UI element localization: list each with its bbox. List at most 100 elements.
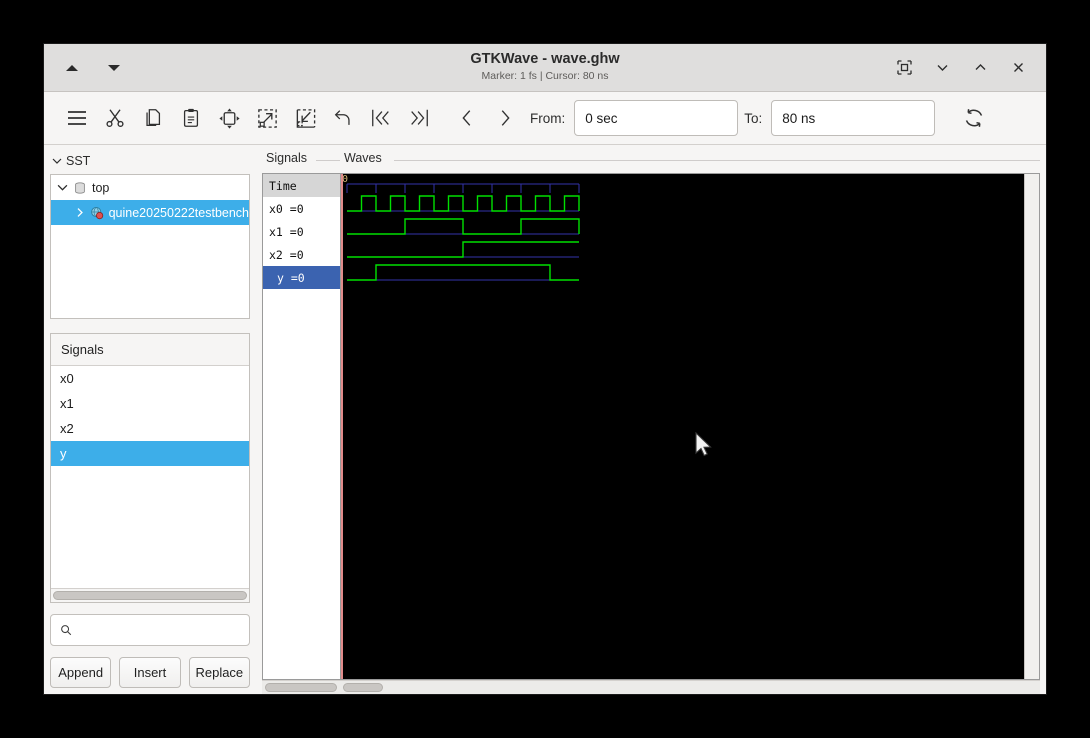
- wave-name-label: x2 =0: [269, 248, 304, 262]
- zoom-out-button[interactable]: [286, 99, 324, 137]
- wave-canvas[interactable]: 0: [341, 174, 1024, 679]
- signal-list-hscrollbar[interactable]: [51, 588, 249, 602]
- menu-icon: [65, 106, 89, 130]
- scroll-down-button[interactable]: [100, 54, 128, 82]
- chevron-right-icon[interactable]: [75, 207, 85, 218]
- waves-title: Waves: [340, 151, 1040, 173]
- signal-list-header: Signals: [51, 334, 249, 366]
- paste-icon: [180, 107, 202, 129]
- copy-icon: [142, 107, 164, 129]
- gtkwave-window: GTKWave - wave.ghw Marker: 1 fs | Cursor…: [44, 44, 1046, 694]
- minimize-button[interactable]: [928, 54, 956, 82]
- go-to-end-icon: [408, 107, 430, 129]
- search-input[interactable]: [79, 623, 240, 637]
- scrollbar-thumb[interactable]: [53, 591, 247, 600]
- from-label: From:: [530, 111, 565, 126]
- chevron-down-icon[interactable]: [57, 182, 68, 193]
- append-button[interactable]: Append: [50, 657, 111, 688]
- undo-icon: [332, 107, 354, 129]
- wave-name-label: y =0: [269, 271, 305, 285]
- list-item[interactable]: x0: [51, 366, 249, 391]
- time-label: Time: [269, 179, 297, 193]
- cut-button[interactable]: [96, 99, 134, 137]
- wave-hscrollbar[interactable]: [340, 680, 1040, 694]
- wave-names-hscrollbar[interactable]: [262, 680, 340, 694]
- search-field[interactable]: [50, 614, 250, 646]
- signal-name: x2: [60, 421, 74, 436]
- chevron-up-icon: [973, 60, 988, 75]
- chevron-down-icon: [52, 156, 62, 166]
- list-item[interactable]: x2: [51, 416, 249, 441]
- list-item[interactable]: x1: [51, 391, 249, 416]
- from-input[interactable]: 0 sec: [574, 100, 738, 136]
- close-button[interactable]: [1004, 54, 1032, 82]
- zoom-fit-button[interactable]: [210, 99, 248, 137]
- wave-name-label: x1 =0: [269, 225, 304, 239]
- go-to-start-button[interactable]: [362, 99, 400, 137]
- wave-vscrollbar[interactable]: [1024, 174, 1039, 679]
- status-text: Marker: 1 fs | Cursor: 80 ns: [481, 69, 608, 84]
- sst-header[interactable]: SST: [50, 151, 250, 171]
- sst-tree[interactable]: top quine20250222testbench: [50, 174, 250, 319]
- zoom-fit-icon: [218, 107, 241, 130]
- to-value: 80 ns: [782, 111, 815, 126]
- fullscreen-icon: [897, 60, 912, 75]
- maximize-button[interactable]: [966, 54, 994, 82]
- tree-item-label: top: [92, 181, 109, 195]
- main-body: SST top: [44, 145, 1046, 694]
- scroll-up-button[interactable]: [58, 54, 86, 82]
- wave-name-row[interactable]: y =0: [263, 266, 340, 289]
- signal-list-body[interactable]: x0 x1 x2 y: [51, 366, 249, 588]
- go-to-start-icon: [370, 107, 392, 129]
- zoom-out-icon: [294, 107, 317, 130]
- to-label: To:: [744, 111, 762, 126]
- previous-edge-icon: [456, 107, 478, 129]
- signal-list-panel: Signals x0 x1 x2 y: [50, 333, 250, 603]
- module-icon: [73, 181, 87, 195]
- tree-item-quine20250222testbench[interactable]: quine20250222testbench: [51, 200, 249, 225]
- instance-icon: [90, 206, 104, 220]
- tree-item-label: quine20250222testbench: [109, 206, 249, 220]
- signal-name: x0: [60, 371, 74, 386]
- tree-item-top[interactable]: top: [51, 175, 249, 200]
- fullscreen-button[interactable]: [890, 54, 918, 82]
- close-icon: [1011, 60, 1026, 75]
- sst-label: SST: [66, 154, 90, 168]
- chevron-down-icon: [935, 60, 950, 75]
- search-icon: [60, 623, 72, 637]
- wave-names-list[interactable]: Time x0 =0 x1 =0 x2 =0 y =0: [262, 173, 340, 680]
- scrollbar-thumb[interactable]: [1028, 176, 1037, 677]
- insert-button[interactable]: Insert: [119, 657, 180, 688]
- signal-name: x1: [60, 396, 74, 411]
- from-value: 0 sec: [585, 111, 617, 126]
- zoom-in-button[interactable]: [248, 99, 286, 137]
- go-to-end-button[interactable]: [400, 99, 438, 137]
- wave-name-row[interactable]: x2 =0: [263, 243, 340, 266]
- signal-name: y: [60, 446, 67, 461]
- wave-name-row[interactable]: x1 =0: [263, 220, 340, 243]
- wave-name-time: Time: [263, 174, 340, 197]
- wave-viewport[interactable]: 0: [340, 173, 1040, 680]
- copy-button[interactable]: [134, 99, 172, 137]
- scrollbar-thumb[interactable]: [265, 683, 337, 692]
- reload-button[interactable]: [955, 99, 993, 137]
- wave-name-row[interactable]: x0 =0: [263, 197, 340, 220]
- scrollbar-thumb[interactable]: [343, 683, 383, 692]
- zoom-in-icon: [256, 107, 279, 130]
- menu-button[interactable]: [58, 99, 96, 137]
- waves-pane: Waves 0: [340, 145, 1046, 694]
- title-bar: GTKWave - wave.ghw Marker: 1 fs | Cursor…: [44, 44, 1046, 92]
- next-edge-button[interactable]: [486, 99, 524, 137]
- paste-button[interactable]: [172, 99, 210, 137]
- toolbar: From: 0 sec To: 80 ns: [44, 92, 1046, 145]
- replace-button[interactable]: Replace: [189, 657, 250, 688]
- wave-names-pane: Signals Time x0 =0 x1 =0 x2 =0 y =0: [262, 145, 340, 694]
- list-item[interactable]: y: [51, 441, 249, 466]
- next-edge-icon: [494, 107, 516, 129]
- page-title: GTKWave - wave.ghw: [470, 51, 619, 68]
- reload-icon: [962, 106, 986, 130]
- previous-edge-button[interactable]: [448, 99, 486, 137]
- undo-button[interactable]: [324, 99, 362, 137]
- wave-name-label: x0 =0: [269, 202, 304, 216]
- to-input[interactable]: 80 ns: [771, 100, 935, 136]
